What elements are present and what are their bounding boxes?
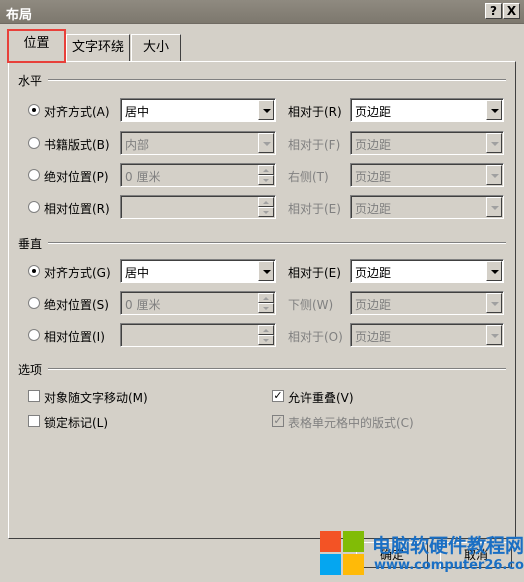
h-absolute-label: 绝对位置(P) xyxy=(44,170,109,184)
h-relative-relative-combo: 页边距 xyxy=(350,195,504,219)
allow-overlap-label: 允许重叠(V) xyxy=(288,391,354,405)
v-absolute-label: 绝对位置(S) xyxy=(44,298,109,312)
horizontal-group-divider xyxy=(48,79,506,81)
v-absolute-relative-combo: 页边距 xyxy=(350,291,504,315)
h-relative-radio[interactable] xyxy=(28,201,40,213)
spin-down-icon xyxy=(258,175,274,185)
v-absolute-spinner: 0 厘米 xyxy=(120,291,276,315)
h-absolute-relative-value: 页边距 xyxy=(355,170,392,184)
tab-text-wrapping[interactable]: 文字环绕 xyxy=(66,34,130,61)
v-relative-spinner xyxy=(120,323,276,347)
chevron-down-icon[interactable] xyxy=(258,261,274,281)
chevron-down-icon[interactable] xyxy=(258,100,274,120)
chevron-down-icon xyxy=(258,133,274,153)
help-button[interactable]: ? xyxy=(485,3,502,19)
horizontal-group-label: 水平 xyxy=(18,74,43,88)
move-with-text-label: 对象随文字移动(M) xyxy=(44,391,148,405)
v-absolute-value: 0 厘米 xyxy=(125,298,161,312)
spin-up-icon xyxy=(258,165,274,175)
layout-in-cell-label: 表格单元格中的版式(C) xyxy=(288,416,414,430)
chevron-down-icon xyxy=(486,197,502,217)
h-absolute-relative-combo: 页边距 xyxy=(350,163,504,187)
h-relative-relative-value: 页边距 xyxy=(355,202,392,216)
logo-tile-red xyxy=(320,531,341,552)
spin-down-icon xyxy=(258,207,274,217)
site-watermark: 电脑软硬件教程网 www.computer26.com xyxy=(320,527,524,582)
allow-overlap-checkbox[interactable]: ✓ xyxy=(272,390,284,402)
vertical-group-label: 垂直 xyxy=(18,237,43,251)
lock-anchor-label: 锁定标记(L) xyxy=(44,416,109,430)
spin-up-icon xyxy=(258,197,274,207)
chevron-down-icon xyxy=(486,293,502,313)
title-bar: 布局 ? X xyxy=(0,0,524,24)
h-book-layout-combo: 内部 xyxy=(120,131,276,155)
v-relative-label: 相对位置(I) xyxy=(44,330,105,344)
v-relative-relative-label: 相对于(O) xyxy=(288,330,343,344)
h-book-relative-combo: 页边距 xyxy=(350,131,504,155)
tab-size[interactable]: 大小 xyxy=(131,34,181,61)
watermark-title: 电脑软硬件教程网 xyxy=(372,535,524,557)
v-absolute-radio[interactable] xyxy=(28,297,40,309)
chevron-down-icon xyxy=(486,325,502,345)
v-relative-relative-value: 页边距 xyxy=(355,330,392,344)
v-align-radio[interactable] xyxy=(28,265,40,277)
v-relative-radio[interactable] xyxy=(28,329,40,341)
h-absolute-relative-label: 右侧(T) xyxy=(288,170,329,184)
tab-position[interactable]: 位置 xyxy=(7,29,66,63)
h-align-relative-label: 相对于(R) xyxy=(288,105,342,119)
h-book-relative-label: 相对于(F) xyxy=(288,138,341,152)
logo-tile-blue xyxy=(320,554,341,575)
chevron-down-icon[interactable] xyxy=(486,100,502,120)
spin-up-icon xyxy=(258,325,274,335)
options-group-divider xyxy=(48,368,506,370)
h-align-combo[interactable]: 居中 xyxy=(120,98,276,122)
v-relative-relative-combo: 页边距 xyxy=(350,323,504,347)
spin-down-icon xyxy=(258,303,274,313)
h-align-radio[interactable] xyxy=(28,104,40,116)
chevron-down-icon[interactable] xyxy=(486,261,502,281)
spin-up-icon xyxy=(258,293,274,303)
h-book-layout-radio[interactable] xyxy=(28,137,40,149)
logo-tile-yellow xyxy=(343,554,364,575)
h-book-layout-value: 内部 xyxy=(125,138,150,152)
h-book-relative-value: 页边距 xyxy=(355,138,392,152)
h-absolute-radio[interactable] xyxy=(28,169,40,181)
lock-anchor-checkbox[interactable] xyxy=(28,415,40,427)
v-absolute-relative-label: 下侧(W) xyxy=(288,298,334,312)
close-button[interactable]: X xyxy=(503,3,520,19)
chevron-down-icon xyxy=(486,133,502,153)
h-align-label: 对齐方式(A) xyxy=(44,105,110,119)
windows-logo-icon xyxy=(320,531,366,577)
h-align-value: 居中 xyxy=(125,105,150,119)
h-align-relative-value: 页边距 xyxy=(355,105,392,119)
h-relative-spinner xyxy=(120,195,276,219)
v-align-relative-value: 页边距 xyxy=(355,266,392,280)
options-group-label: 选项 xyxy=(18,363,43,377)
v-align-relative-label: 相对于(E) xyxy=(288,266,341,280)
v-align-value: 居中 xyxy=(125,266,150,280)
h-relative-label: 相对位置(R) xyxy=(44,202,110,216)
h-absolute-value: 0 厘米 xyxy=(125,170,161,184)
v-absolute-relative-value: 页边距 xyxy=(355,298,392,312)
dialog-title: 布局 xyxy=(6,8,33,23)
h-absolute-spinner: 0 厘米 xyxy=(120,163,276,187)
logo-tile-green xyxy=(343,531,364,552)
watermark-url: www.computer26.com xyxy=(374,558,524,573)
h-book-layout-label: 书籍版式(B) xyxy=(44,138,110,152)
v-align-label: 对齐方式(G) xyxy=(44,266,111,280)
spin-down-icon xyxy=(258,335,274,345)
v-align-relative-combo[interactable]: 页边距 xyxy=(350,259,504,283)
vertical-group-divider xyxy=(48,242,506,244)
v-align-combo[interactable]: 居中 xyxy=(120,259,276,283)
layout-in-cell-checkbox: ✓ xyxy=(272,414,284,427)
h-relative-relative-label: 相对于(E) xyxy=(288,202,341,216)
chevron-down-icon xyxy=(486,165,502,185)
move-with-text-checkbox[interactable] xyxy=(28,390,40,402)
h-align-relative-combo[interactable]: 页边距 xyxy=(350,98,504,122)
